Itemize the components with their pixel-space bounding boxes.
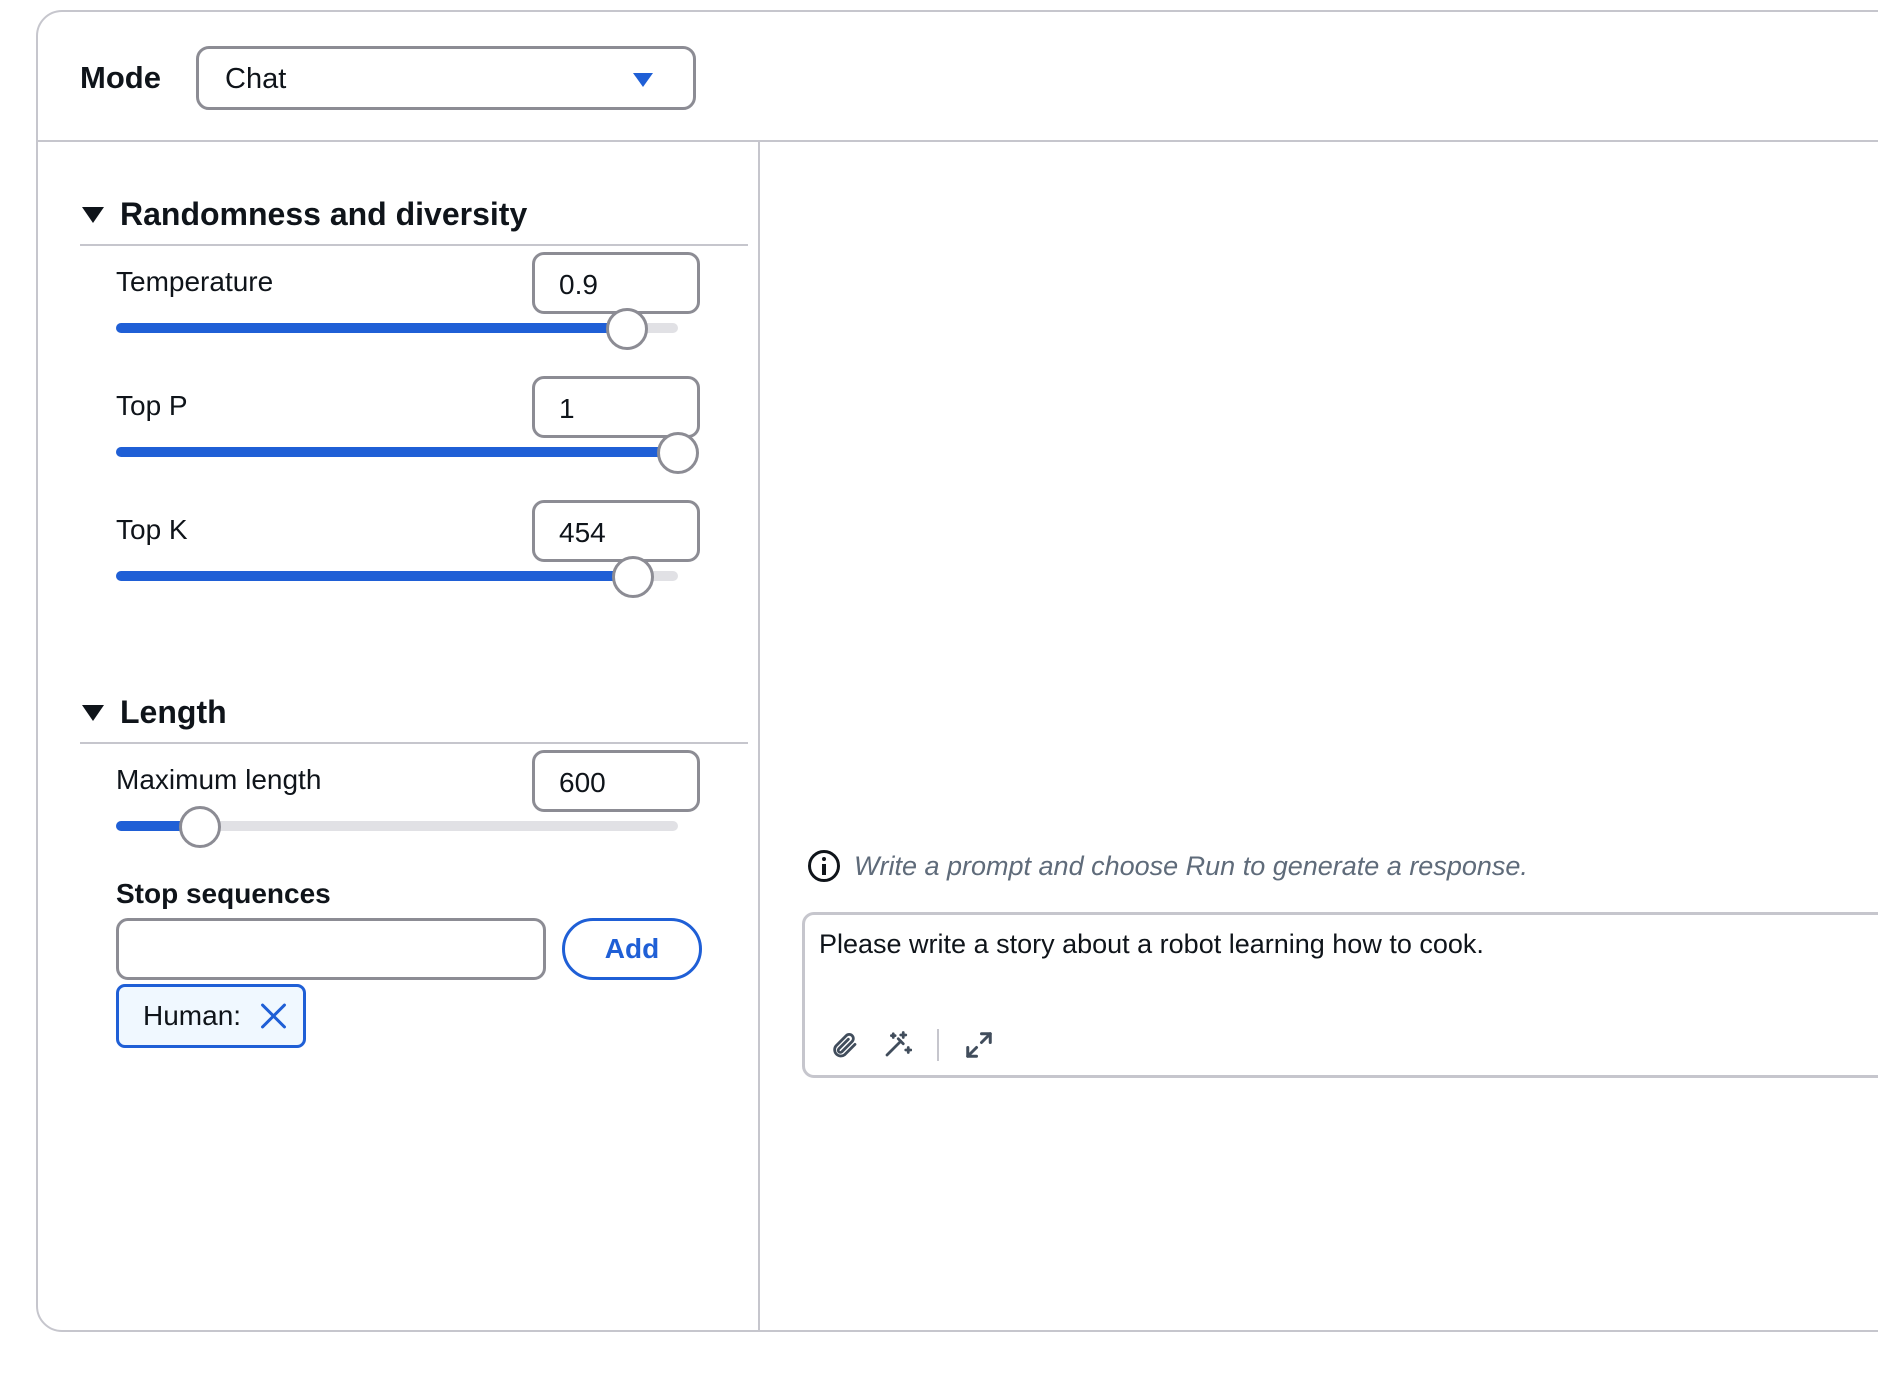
add-stop-sequence-button[interactable]: Add: [562, 918, 702, 980]
temperature-label: Temperature: [116, 266, 274, 297]
stop-sequence-input[interactable]: [116, 918, 546, 980]
prompt-input[interactable]: Please write a story about a robot learn…: [802, 912, 1878, 1078]
hint-text: Write a prompt and choose Run to generat…: [854, 850, 1528, 881]
paperclip-icon[interactable]: [827, 1027, 863, 1063]
max-length-input[interactable]: 600: [532, 750, 700, 812]
section-length[interactable]: Length: [80, 688, 748, 744]
toolbar-divider: [937, 1029, 939, 1061]
playground-panel: Mode Chat Randomness and diversity Tempe…: [36, 10, 1878, 1332]
section-title: Length: [120, 694, 227, 730]
slider-thumb[interactable]: [179, 806, 221, 848]
top-p-label: Top P: [116, 390, 188, 421]
top-p-input[interactable]: 1: [532, 376, 700, 438]
prompt-toolbar: [827, 1027, 997, 1063]
top-k-label: Top K: [116, 514, 188, 545]
top-k-input[interactable]: 454: [532, 500, 700, 562]
slider-fill: [116, 447, 678, 457]
mode-bar: Mode Chat: [38, 12, 1878, 142]
prompt-hint: Write a prompt and choose Run to generat…: [808, 850, 1528, 882]
slider-fill: [116, 323, 627, 333]
top-p-value: 1: [559, 393, 575, 424]
close-icon[interactable]: [259, 1001, 289, 1031]
temperature-slider[interactable]: [116, 308, 678, 350]
caret-down-icon[interactable]: [82, 207, 104, 223]
magic-wand-icon[interactable]: [879, 1027, 915, 1063]
max-length-value: 600: [559, 767, 606, 798]
temperature-input[interactable]: 0.9: [532, 252, 700, 314]
mode-select[interactable]: Chat: [196, 46, 696, 110]
inference-config-panel: Randomness and diversity Temperature 0.9…: [38, 142, 760, 1330]
slider-thumb[interactable]: [657, 432, 699, 474]
slider-thumb[interactable]: [606, 308, 648, 350]
token-label: Human:: [143, 1000, 242, 1031]
slider-thumb[interactable]: [612, 556, 654, 598]
section-randomness[interactable]: Randomness and diversity: [80, 190, 748, 246]
max-length-label: Maximum length: [116, 764, 322, 795]
caret-down-icon[interactable]: [82, 705, 104, 721]
prompt-text: Please write a story about a robot learn…: [819, 929, 1484, 959]
section-title: Randomness and diversity: [120, 196, 528, 232]
slider-fill: [116, 571, 633, 581]
mode-select-value: Chat: [225, 63, 287, 95]
stop-sequence-token: Human:: [116, 984, 307, 1048]
mode-label: Mode: [80, 60, 161, 95]
stop-sequences-label: Stop sequences: [116, 878, 331, 909]
temperature-value: 0.9: [559, 269, 598, 300]
max-length-slider[interactable]: [116, 806, 678, 848]
top-p-slider[interactable]: [116, 432, 699, 474]
info-icon: [808, 850, 840, 882]
top-k-value: 454: [559, 517, 606, 548]
expand-icon[interactable]: [961, 1027, 997, 1063]
top-k-slider[interactable]: [116, 556, 678, 598]
caret-down-icon: [633, 73, 653, 87]
